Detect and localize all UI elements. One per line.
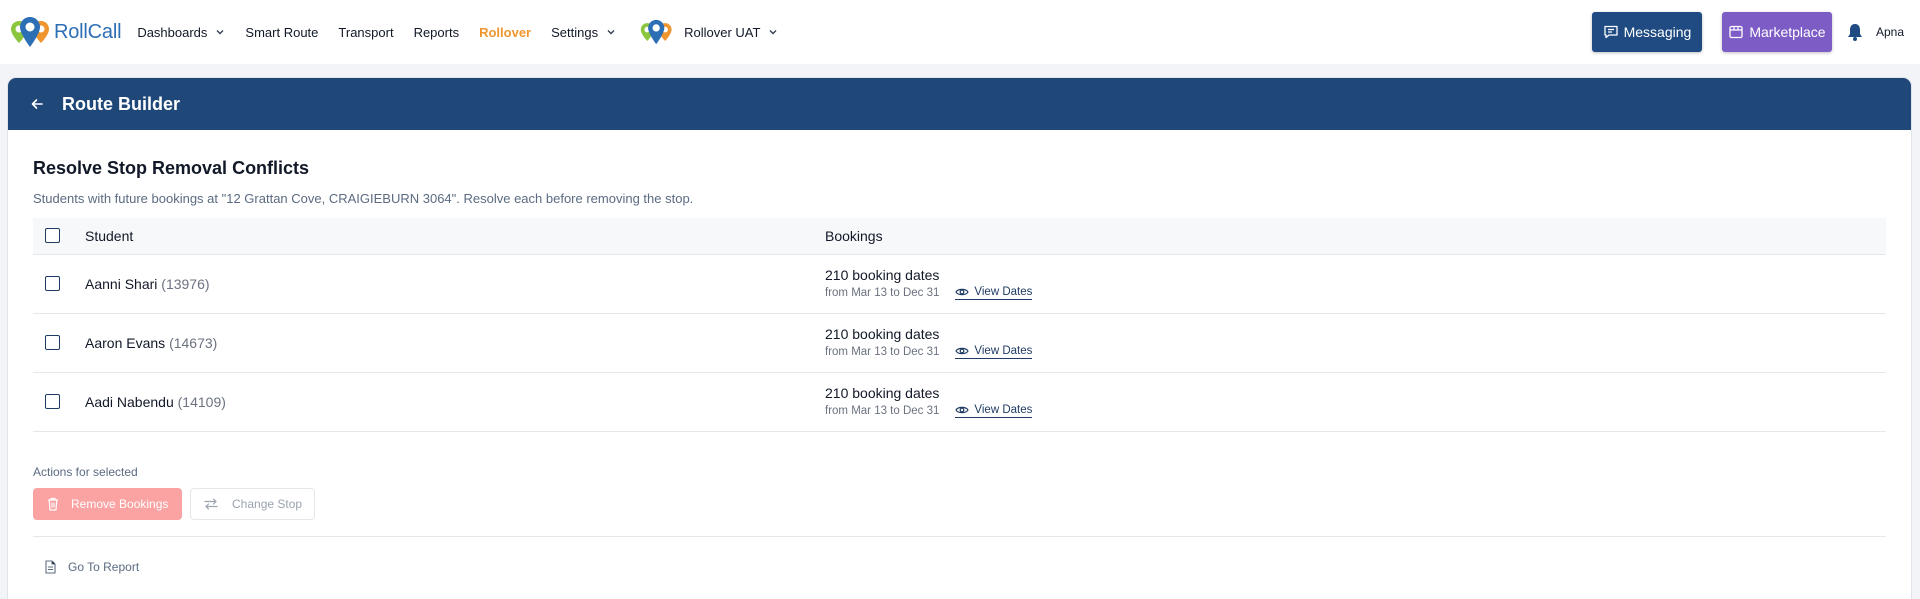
- chevron-down-icon: [215, 27, 225, 37]
- row-checkbox-cell: [33, 253, 85, 313]
- nav-reports[interactable]: Reports: [414, 25, 460, 40]
- row-checkbox[interactable]: [45, 335, 60, 350]
- card-header: Route Builder: [8, 78, 1911, 130]
- eye-icon: [955, 347, 970, 355]
- store-icon: [1729, 25, 1743, 39]
- row-checkbox[interactable]: [45, 394, 60, 409]
- table-row: Aadi Nabendu (14109) 210 booking dates f…: [33, 371, 1886, 432]
- booking-range: from Mar 13 to Dec 31: [825, 287, 940, 299]
- header-bookings: Bookings: [825, 227, 883, 244]
- change-stop-button[interactable]: Change Stop: [190, 487, 315, 520]
- bookings-cell: 210 booking dates from Mar 13 to Dec 31 …: [825, 312, 1886, 372]
- marketplace-button[interactable]: Marketplace: [1721, 12, 1832, 52]
- section-title: Resolve Stop Removal Conflicts: [33, 158, 310, 178]
- chevron-down-icon: [606, 27, 616, 37]
- row-checkbox[interactable]: [45, 276, 60, 291]
- booking-count: 210 booking dates: [825, 267, 940, 283]
- view-dates-link[interactable]: View Dates: [955, 404, 1033, 418]
- nav-smart-route[interactable]: Smart Route: [245, 25, 318, 40]
- nav-right-group: Messaging Marketplace Apna: [1591, 0, 1920, 64]
- booking-count: 210 booking dates: [825, 385, 940, 401]
- actions-label: Actions for selected: [33, 464, 138, 479]
- bookings-cell: 210 booking dates from Mar 13 to Dec 31 …: [825, 253, 1886, 313]
- user-name[interactable]: Apna: [1876, 25, 1904, 39]
- nav-settings-label: Settings: [551, 24, 599, 40]
- card-body: Resolve Stop Removal Conflicts Students …: [8, 158, 1911, 574]
- go-to-report-label: Go To Report: [68, 559, 140, 574]
- booking-count: 210 booking dates: [825, 326, 940, 342]
- nav-rollover-label: Rollover: [479, 24, 532, 40]
- eye-icon: [955, 288, 970, 296]
- change-stop-label: Change Stop: [232, 496, 303, 511]
- conflicts-table: Student Bookings Aanni Shari (13976) 210…: [33, 218, 1886, 432]
- student-id: (14109): [177, 393, 226, 410]
- nav-dashboards[interactable]: Dashboards: [137, 25, 225, 40]
- swap-arrows-icon: [204, 497, 218, 510]
- trash-icon: [48, 497, 58, 511]
- table-row: Aaron Evans (14673) 210 booking dates fr…: [33, 312, 1886, 372]
- route-builder-card: Route Builder Resolve Stop Removal Confl…: [8, 78, 1911, 599]
- remove-bookings-label: Remove Bookings: [71, 496, 169, 511]
- table-header-row: Student Bookings: [33, 218, 1886, 254]
- nav-dashboards-label: Dashboards: [137, 24, 208, 40]
- main-nav: Dashboards Smart Route Transport Reports…: [137, 25, 636, 40]
- student-cell: Aadi Nabendu (14109): [85, 371, 825, 432]
- booking-range: from Mar 13 to Dec 31: [825, 405, 940, 417]
- eye-icon: [955, 406, 970, 414]
- divider: [33, 535, 1886, 537]
- student-id: (13976): [161, 275, 210, 292]
- messaging-label: Messaging: [1623, 24, 1692, 40]
- student-cell: Aanni Shari (13976): [85, 253, 825, 313]
- header-checkbox-cell: [33, 218, 85, 254]
- student-name: Aaron Evans: [85, 334, 166, 351]
- view-dates-label: View Dates: [974, 345, 1033, 357]
- go-to-report-link[interactable]: Go To Report: [45, 560, 1886, 574]
- remove-bookings-button[interactable]: Remove Bookings: [33, 487, 182, 520]
- messaging-button[interactable]: Messaging: [1591, 12, 1702, 52]
- header-student: Student: [85, 227, 134, 244]
- org-name: Rollover UAT: [684, 24, 761, 40]
- bookings-cell: 210 booking dates from Mar 13 to Dec 31 …: [825, 371, 1886, 432]
- nav-smart-route-label: Smart Route: [245, 24, 319, 40]
- chevron-down-icon: [768, 27, 778, 37]
- row-checkbox-cell: [33, 371, 85, 432]
- student-id: (14673): [169, 334, 218, 351]
- bell-icon[interactable]: [1846, 22, 1864, 42]
- map-pins-logo-icon: [11, 17, 49, 47]
- nav-settings[interactable]: Settings: [551, 25, 616, 40]
- view-dates-link[interactable]: View Dates: [955, 286, 1033, 300]
- org-logo-icon: [640, 19, 672, 45]
- top-navbar: RollCall Dashboards Smart Route Transpor…: [0, 0, 1920, 64]
- org-switcher[interactable]: Rollover UAT: [640, 18, 778, 46]
- nav-reports-label: Reports: [413, 24, 460, 40]
- nav-transport-label: Transport: [338, 24, 394, 40]
- page-title: Route Builder: [62, 93, 181, 114]
- student-name: Aanni Shari: [85, 275, 158, 292]
- nav-transport[interactable]: Transport: [338, 25, 393, 40]
- table-row: Aanni Shari (13976) 210 booking dates fr…: [33, 253, 1886, 313]
- student-cell: Aaron Evans (14673): [85, 312, 825, 372]
- chat-icon: [1603, 25, 1618, 39]
- section-description: Students with future bookings at "12 Gra…: [33, 191, 694, 206]
- view-dates-link[interactable]: View Dates: [955, 345, 1033, 359]
- view-dates-label: View Dates: [974, 286, 1033, 298]
- logo-text: RollCall: [54, 20, 122, 43]
- marketplace-label: Marketplace: [1749, 24, 1826, 40]
- bulk-actions: Remove Bookings Change Stop: [33, 487, 1886, 520]
- rollcall-logo[interactable]: RollCall: [10, 15, 122, 49]
- arrow-left-icon[interactable]: [30, 97, 44, 111]
- student-name: Aadi Nabendu: [85, 393, 174, 410]
- document-icon: [45, 559, 56, 574]
- view-dates-label: View Dates: [974, 404, 1033, 416]
- select-all-checkbox[interactable]: [45, 228, 60, 244]
- nav-rollover[interactable]: Rollover: [479, 25, 531, 40]
- row-checkbox-cell: [33, 312, 85, 372]
- booking-range: from Mar 13 to Dec 31: [825, 346, 940, 358]
